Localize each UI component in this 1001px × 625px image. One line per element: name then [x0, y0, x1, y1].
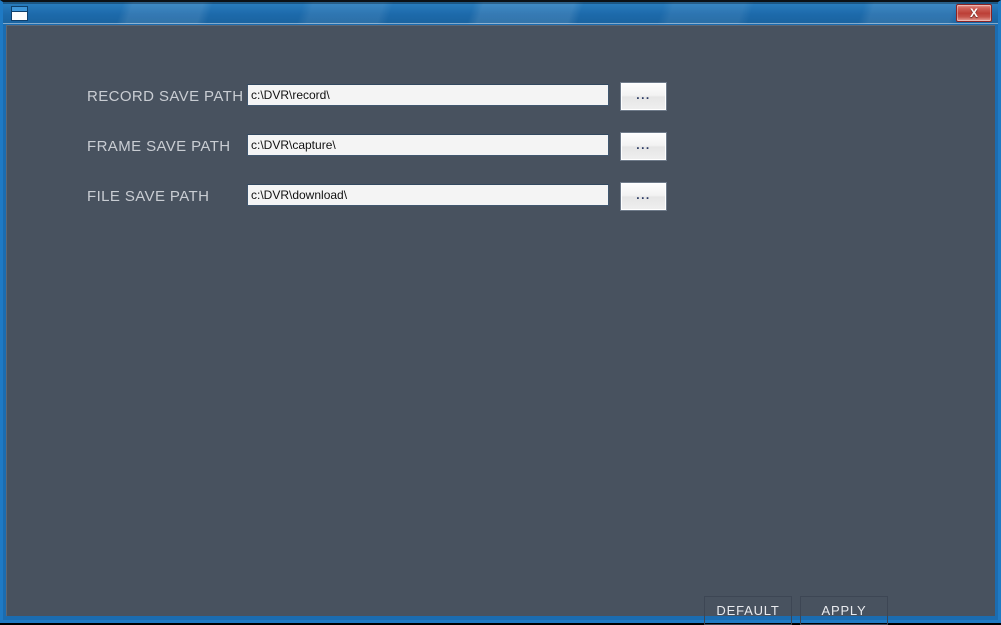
default-button[interactable]: DEFAULT — [704, 596, 792, 625]
record-save-path-input[interactable] — [247, 84, 609, 106]
close-button[interactable]: X — [956, 4, 992, 22]
file-save-path-row: FILE SAVE PATH ... — [7, 182, 995, 214]
title-bar-top-shade — [3, 2, 998, 4]
file-save-path-label: FILE SAVE PATH — [87, 188, 210, 205]
file-save-path-input[interactable] — [247, 184, 609, 206]
ellipsis-icon: ... — [636, 138, 651, 152]
frame-save-path-input[interactable] — [247, 134, 609, 156]
ellipsis-icon: ... — [636, 188, 651, 202]
frame-save-path-row: FRAME SAVE PATH ... — [7, 132, 995, 164]
close-icon: X — [969, 6, 978, 20]
settings-panel: RECORD SAVE PATH ... FRAME SAVE PATH ...… — [6, 25, 995, 625]
title-bar-bottom-highlight — [3, 23, 998, 24]
file-save-path-browse-button[interactable]: ... — [620, 182, 667, 211]
default-button-label: DEFAULT — [716, 603, 780, 618]
ellipsis-icon: ... — [636, 88, 651, 102]
record-save-path-browse-button[interactable]: ... — [620, 82, 667, 111]
window-icon — [11, 6, 28, 21]
frame-save-path-label: FRAME SAVE PATH — [87, 138, 231, 155]
frame-save-path-browse-button[interactable]: ... — [620, 132, 667, 161]
record-save-path-label: RECORD SAVE PATH — [87, 88, 244, 105]
title-bar[interactable]: X — [3, 2, 998, 24]
apply-button[interactable]: APPLY — [800, 596, 888, 625]
apply-button-label: APPLY — [821, 603, 867, 618]
record-save-path-row: RECORD SAVE PATH ... — [7, 82, 995, 114]
application-window: X RECORD SAVE PATH ... FRAME SAVE PATH .… — [0, 0, 1001, 625]
